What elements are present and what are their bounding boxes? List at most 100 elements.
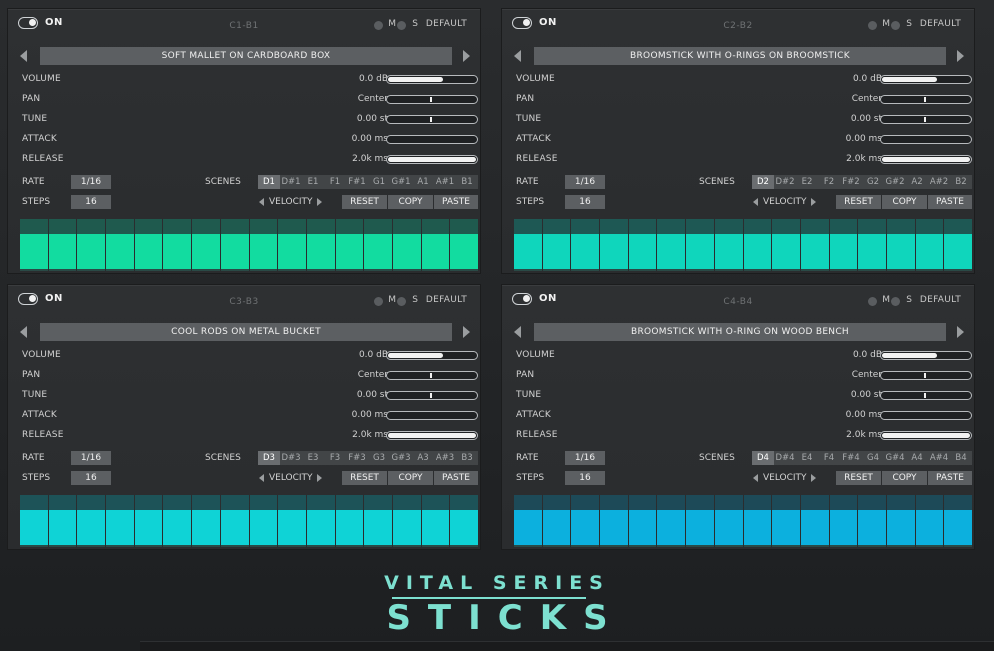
sequencer-step[interactable]	[106, 495, 134, 547]
preset-next-icon[interactable]	[463, 326, 470, 338]
velocity-prev-icon[interactable]	[753, 198, 758, 206]
velocity-next-icon[interactable]	[317, 474, 322, 482]
sequencer-step[interactable]	[392, 495, 421, 547]
preset-name[interactable]: BROOMSTICK WITH O-RINGS ON BROOMSTICK	[534, 47, 946, 65]
steps-select[interactable]: 16	[71, 195, 111, 209]
scene-button[interactable]: A#3	[434, 451, 456, 465]
reset-button[interactable]: RESET	[836, 195, 881, 209]
sequencer-step[interactable]	[944, 219, 972, 271]
param-slider[interactable]	[880, 411, 972, 420]
scene-button[interactable]: B4	[950, 451, 972, 465]
rate-select[interactable]: 1/16	[71, 175, 111, 189]
sequencer-step[interactable]	[829, 219, 858, 271]
scene-button[interactable]: B1	[456, 175, 478, 189]
param-slider[interactable]	[880, 75, 972, 84]
preset-prev-icon[interactable]	[514, 50, 521, 62]
preset-next-icon[interactable]	[463, 50, 470, 62]
scene-button[interactable]: A#2	[928, 175, 950, 189]
scene-button[interactable]: A2	[906, 175, 928, 189]
sequencer-step[interactable]	[514, 219, 542, 271]
rate-select[interactable]: 1/16	[565, 175, 605, 189]
sequencer-step[interactable]	[915, 495, 944, 547]
sequencer-step[interactable]	[628, 495, 657, 547]
velocity-next-icon[interactable]	[811, 474, 816, 482]
sequencer-step[interactable]	[278, 219, 306, 271]
sequencer-step[interactable]	[77, 219, 106, 271]
sequencer-step[interactable]	[772, 219, 800, 271]
param-slider[interactable]	[880, 115, 972, 124]
scene-button[interactable]: F1	[324, 175, 346, 189]
solo-dot[interactable]	[891, 21, 900, 30]
paste-button[interactable]: PASTE	[928, 195, 972, 209]
steps-select[interactable]: 16	[71, 471, 111, 485]
sequencer-step[interactable]	[571, 495, 600, 547]
sequencer-step[interactable]	[628, 219, 657, 271]
sequencer-step[interactable]	[450, 219, 478, 271]
velocity-prev-icon[interactable]	[259, 474, 264, 482]
preset-prev-icon[interactable]	[20, 50, 27, 62]
param-slider[interactable]	[880, 351, 972, 360]
sequencer-step[interactable]	[220, 219, 249, 271]
sequencer-step[interactable]	[335, 219, 364, 271]
scene-button[interactable]: A4	[906, 451, 928, 465]
sequencer-step[interactable]	[858, 219, 886, 271]
scene-button[interactable]: G#3	[390, 451, 412, 465]
scene-button[interactable]: E1	[302, 175, 324, 189]
sequencer-step[interactable]	[48, 219, 77, 271]
param-slider[interactable]	[880, 371, 972, 380]
paste-button[interactable]: PASTE	[928, 471, 972, 485]
sequencer-step[interactable]	[163, 495, 192, 547]
param-slider[interactable]	[386, 135, 478, 144]
steps-select[interactable]: 16	[565, 195, 605, 209]
sequencer-step[interactable]	[48, 495, 77, 547]
sequencer-step[interactable]	[421, 219, 450, 271]
sequencer-step[interactable]	[657, 219, 686, 271]
scene-button[interactable]: F3	[324, 451, 346, 465]
sequencer-step[interactable]	[392, 219, 421, 271]
sequencer-step[interactable]	[542, 495, 571, 547]
sequencer-step[interactable]	[192, 219, 220, 271]
default-button[interactable]: DEFAULT	[920, 295, 961, 305]
default-button[interactable]: DEFAULT	[426, 19, 467, 29]
scene-button[interactable]: F#3	[346, 451, 368, 465]
sequencer-step[interactable]	[364, 495, 392, 547]
sequencer-step[interactable]	[306, 495, 335, 547]
steps-select[interactable]: 16	[565, 471, 605, 485]
sequencer-step[interactable]	[450, 495, 478, 547]
scene-button[interactable]: E2	[796, 175, 818, 189]
velocity-prev-icon[interactable]	[753, 474, 758, 482]
default-button[interactable]: DEFAULT	[920, 19, 961, 29]
preset-name[interactable]: COOL RODS ON METAL BUCKET	[40, 323, 452, 341]
sequencer-step[interactable]	[571, 219, 600, 271]
reset-button[interactable]: RESET	[342, 195, 387, 209]
copy-button[interactable]: COPY	[388, 195, 433, 209]
sequencer-step[interactable]	[106, 219, 134, 271]
param-slider[interactable]	[386, 411, 478, 420]
scene-button[interactable]: A1	[412, 175, 434, 189]
preset-name[interactable]: BROOMSTICK WITH O-RING ON WOOD BENCH	[534, 323, 946, 341]
default-button[interactable]: DEFAULT	[426, 295, 467, 305]
preset-name[interactable]: SOFT MALLET ON CARDBOARD BOX	[40, 47, 452, 65]
paste-button[interactable]: PASTE	[434, 195, 478, 209]
velocity-next-icon[interactable]	[317, 198, 322, 206]
scene-button[interactable]: D#1	[280, 175, 302, 189]
scene-button[interactable]: G3	[368, 451, 390, 465]
sequencer-step[interactable]	[686, 219, 714, 271]
param-slider[interactable]	[880, 135, 972, 144]
sequencer-step[interactable]	[249, 219, 278, 271]
sequencer-step[interactable]	[192, 495, 220, 547]
scene-button[interactable]: G1	[368, 175, 390, 189]
sequencer-step[interactable]	[134, 219, 163, 271]
sequencer-step[interactable]	[134, 495, 163, 547]
param-slider[interactable]	[880, 95, 972, 104]
scene-button[interactable]: F4	[818, 451, 840, 465]
scene-button[interactable]: B3	[456, 451, 478, 465]
reset-button[interactable]: RESET	[342, 471, 387, 485]
sequencer-step[interactable]	[886, 219, 915, 271]
sequencer-step[interactable]	[886, 495, 915, 547]
param-slider[interactable]	[386, 391, 478, 400]
scene-button[interactable]: F#2	[840, 175, 862, 189]
sequencer-step[interactable]	[77, 495, 106, 547]
sequencer-step[interactable]	[220, 495, 249, 547]
preset-next-icon[interactable]	[957, 326, 964, 338]
